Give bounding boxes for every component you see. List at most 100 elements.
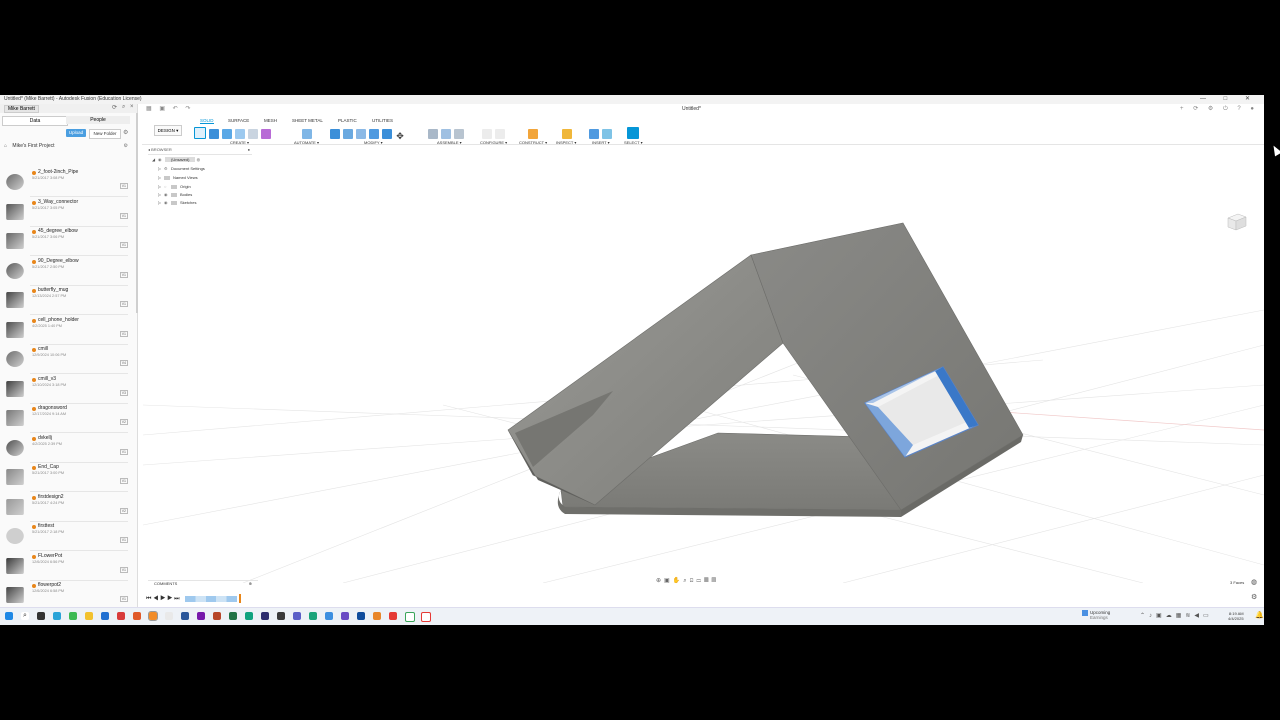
eye-icon[interactable]: ◉ bbox=[164, 200, 171, 205]
form-icon[interactable] bbox=[261, 129, 271, 139]
automate-icon[interactable] bbox=[302, 129, 312, 139]
version-badge[interactable]: V1 bbox=[119, 301, 128, 307]
tab-mesh[interactable]: MESH bbox=[264, 118, 277, 123]
document-tab[interactable]: Untitled* bbox=[682, 106, 701, 112]
edge-icon[interactable] bbox=[53, 612, 61, 620]
select-tools[interactable] bbox=[627, 126, 642, 139]
browser-node-sketches[interactable]: ▷ ◉ Sketches bbox=[158, 200, 196, 205]
volume-icon[interactable]: ◀ bbox=[1194, 613, 1203, 619]
file-item[interactable]: cmill_v3 12/10/2024 3:18 PM V3 bbox=[0, 376, 134, 404]
app-icon-11[interactable] bbox=[389, 612, 397, 620]
timeline-settings-icon[interactable]: ⚙ bbox=[1251, 593, 1257, 601]
upload-button[interactable]: Upload bbox=[66, 129, 86, 137]
start-icon[interactable] bbox=[5, 612, 13, 620]
collapse-icon[interactable]: ◂ bbox=[148, 147, 150, 152]
radio-icon[interactable]: ◎ bbox=[197, 157, 201, 162]
create-tools[interactable] bbox=[194, 126, 274, 139]
close-button[interactable]: ✕ bbox=[1245, 96, 1258, 102]
play-icon[interactable]: ▶ bbox=[160, 596, 165, 602]
insert-derive-icon[interactable] bbox=[589, 129, 599, 139]
configure-icon[interactable] bbox=[482, 129, 492, 139]
look-at-icon[interactable]: ▣ bbox=[664, 578, 673, 584]
move-icon[interactable]: ✥ bbox=[395, 131, 405, 141]
mic-icon[interactable]: ♪ bbox=[1149, 613, 1156, 619]
fillet-icon[interactable] bbox=[343, 129, 353, 139]
tab-plastic[interactable]: PLASTIC bbox=[338, 118, 357, 123]
measure-icon[interactable] bbox=[562, 129, 572, 139]
eye-icon[interactable]: ◌ bbox=[164, 184, 171, 189]
app-tray-icon[interactable]: ▣ bbox=[1156, 613, 1166, 619]
app-icon-6[interactable] bbox=[277, 612, 285, 620]
canvas-viewport[interactable] bbox=[142, 145, 1264, 584]
sketch-icon[interactable] bbox=[194, 127, 206, 139]
app-icon-5[interactable] bbox=[261, 612, 269, 620]
version-badge[interactable]: V1 bbox=[119, 183, 128, 189]
tab-surface[interactable]: SURFACE bbox=[228, 118, 249, 123]
display-settings-icon[interactable]: ▭ bbox=[696, 578, 704, 584]
minimize-button[interactable]: — bbox=[1200, 96, 1214, 102]
timeline-marker[interactable] bbox=[238, 594, 241, 603]
refresh-icon[interactable]: ⟳ bbox=[112, 104, 117, 111]
weather-widget[interactable]: Upcoming Earnings bbox=[1082, 610, 1110, 620]
version-badge[interactable]: V1 bbox=[119, 242, 128, 248]
app-icon-8[interactable] bbox=[325, 612, 333, 620]
version-badge[interactable]: V1 bbox=[119, 271, 128, 278]
joint-icon[interactable] bbox=[428, 129, 438, 139]
app-icon-3[interactable] bbox=[165, 612, 173, 620]
eye-icon[interactable]: ◉ bbox=[164, 192, 171, 197]
version-badge[interactable]: V1 bbox=[119, 537, 128, 543]
workspace-switcher[interactable]: DESIGN ▾ bbox=[154, 125, 182, 136]
as-built-joint-icon[interactable] bbox=[441, 129, 451, 139]
version-badge[interactable]: V2 bbox=[119, 507, 128, 514]
browser-root[interactable]: ◢ ◉ (Unsaved) ◎ bbox=[152, 157, 200, 162]
tab-utilities[interactable]: UTILITIES bbox=[372, 118, 393, 123]
navigation-bar[interactable]: ⊕▣✋⌕⊡▭▦▤ bbox=[656, 577, 756, 587]
table-icon[interactable] bbox=[495, 129, 505, 139]
view-cube[interactable] bbox=[1225, 209, 1249, 233]
grid-settings-icon[interactable]: ▦ bbox=[704, 578, 712, 584]
file-item[interactable]: flowerpot2 12/6/2024 6:58 PM V1 bbox=[0, 582, 134, 610]
file-explorer-icon[interactable] bbox=[85, 612, 93, 620]
hole-icon[interactable] bbox=[235, 129, 245, 139]
combine-icon[interactable] bbox=[382, 129, 392, 139]
file-item[interactable]: End_Cap 5/21/2017 3:00 PM V1 bbox=[0, 464, 134, 492]
data-panel-scrollbar[interactable] bbox=[136, 113, 138, 313]
battery-icon[interactable]: ▭ bbox=[1203, 613, 1213, 619]
project-breadcrumb[interactable]: ⌂ Mike's First Project ⚙ bbox=[4, 142, 132, 151]
step-forward-icon[interactable]: ▶ bbox=[167, 596, 172, 602]
step-back-icon[interactable]: ◀ bbox=[153, 596, 158, 602]
select-icon[interactable] bbox=[627, 127, 639, 139]
file-item[interactable]: firsttest 5/21/2017 2:18 PM V1 bbox=[0, 523, 134, 551]
assemble-tools[interactable] bbox=[428, 126, 467, 139]
app-icon-12[interactable] bbox=[405, 612, 415, 622]
file-item[interactable]: firstdesign2 5/21/2017 4:24 PM V2 bbox=[0, 494, 134, 522]
toolbar-right-icons[interactable]: + ⟳ ⚙ ⏻ ? ● bbox=[1180, 105, 1258, 113]
file-item[interactable]: dragonsword 12/17/2024 9:14 AM V2 bbox=[0, 405, 134, 433]
configure-tools[interactable] bbox=[482, 126, 508, 139]
go-to-end-icon[interactable]: ⏭ bbox=[174, 596, 179, 602]
version-badge[interactable]: V1 bbox=[119, 566, 128, 573]
inspect-tools[interactable] bbox=[562, 126, 575, 139]
extrude-icon[interactable] bbox=[209, 129, 219, 139]
notifications-icon[interactable]: 🔔 bbox=[1255, 611, 1264, 619]
browser-node-origin[interactable]: ▷ ◌ Origin bbox=[158, 184, 191, 189]
version-badge[interactable]: V1 bbox=[119, 212, 128, 219]
motion-link-icon[interactable] bbox=[454, 129, 464, 139]
file-item[interactable]: dvkellj 4/2/2025 2:39 PM V1 bbox=[0, 435, 134, 463]
browser-node-bodies[interactable]: ▷ ◉ Bodies bbox=[158, 192, 192, 197]
viewports-icon[interactable]: ▤ bbox=[712, 578, 720, 584]
construct-tools[interactable] bbox=[528, 126, 541, 139]
insert-image-icon[interactable] bbox=[602, 129, 612, 139]
app-icon-2[interactable] bbox=[133, 612, 141, 620]
quick-access-icons[interactable]: ▦ ▣ ↶ ↷ bbox=[146, 105, 193, 112]
store-icon[interactable] bbox=[101, 612, 109, 620]
task-view-icon[interactable] bbox=[37, 612, 45, 620]
pattern-icon[interactable] bbox=[248, 129, 258, 139]
phone-holder-body[interactable] bbox=[507, 222, 1024, 517]
app-icon-7[interactable] bbox=[309, 612, 317, 620]
app-icon-13[interactable] bbox=[421, 612, 431, 622]
maximize-button[interactable]: □ bbox=[1224, 96, 1236, 102]
tab-data[interactable]: Data bbox=[2, 116, 68, 126]
search-icon[interactable]: ⌕ bbox=[122, 104, 125, 111]
search-icon[interactable]: ⌕ bbox=[21, 612, 29, 620]
